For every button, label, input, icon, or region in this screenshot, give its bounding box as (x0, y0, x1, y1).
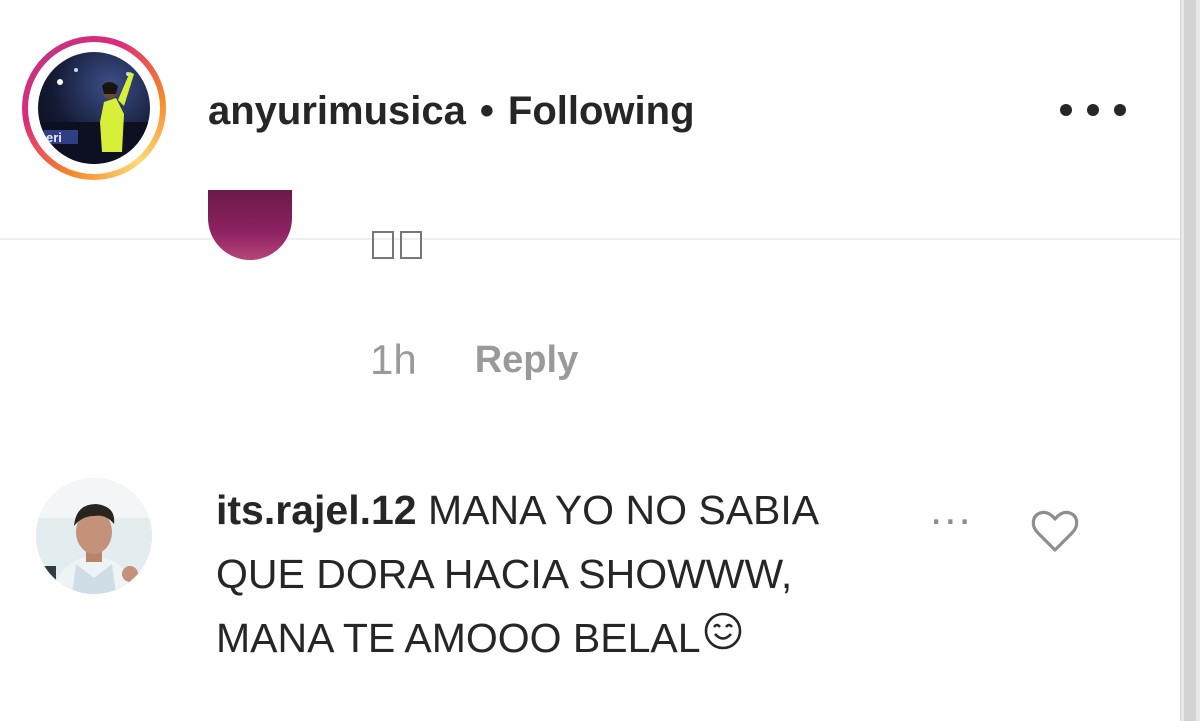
comment-text-line-3: MANA TE AMOOO BELAL (216, 615, 701, 661)
comment-text-line-2: QUE DORA HACIA SHOWWW, (216, 551, 793, 597)
following-button[interactable]: Following (508, 89, 695, 134)
comment-timestamp: 1h (370, 336, 417, 383)
previous-comment-text (372, 228, 422, 262)
scrollbar-thumb[interactable] (1184, 0, 1196, 721)
comment-body: its.rajel.12 MANA YO NO SABIA QUE DORA H… (216, 478, 1016, 670)
more-options-icon[interactable] (1060, 92, 1126, 128)
stage-photo-icon: eri (38, 68, 150, 164)
story-ring[interactable]: eri (22, 36, 166, 180)
post-header: eri anyurimusica • Following (0, 0, 1180, 238)
author-username[interactable]: anyurimusica (208, 89, 466, 134)
commenter-avatar[interactable] (36, 478, 152, 594)
heart-outline-icon[interactable] (1030, 508, 1080, 554)
smiling-face-emoji-icon (703, 605, 743, 669)
header-divider (0, 238, 1180, 240)
comment-line-1: its.rajel.12 MANA YO NO SABIA (216, 478, 1016, 542)
previous-comment-meta: 1h Reply (370, 332, 578, 388)
comment-text-line-1: MANA YO NO SABIA (427, 487, 820, 533)
profile-photo-icon (36, 478, 152, 594)
missing-glyph-icon (400, 231, 422, 259)
author-avatar[interactable]: eri (38, 52, 150, 164)
missing-glyph-icon (372, 231, 394, 259)
instagram-post-comments-panel: eri anyurimusica • Following 1h Reply it… (0, 0, 1200, 721)
commenter-username[interactable]: its.rajel.12 (216, 487, 417, 533)
comment-more-button[interactable]: ... (930, 478, 973, 542)
reply-button[interactable]: Reply (475, 339, 578, 382)
comment-line-3: MANA TE AMOOO BELAL (216, 606, 1016, 670)
header-user-line: anyurimusica • Following (208, 84, 695, 138)
svg-text:eri: eri (46, 130, 62, 145)
separator-dot: • (479, 88, 494, 133)
previous-commenter-avatar[interactable] (208, 190, 292, 260)
